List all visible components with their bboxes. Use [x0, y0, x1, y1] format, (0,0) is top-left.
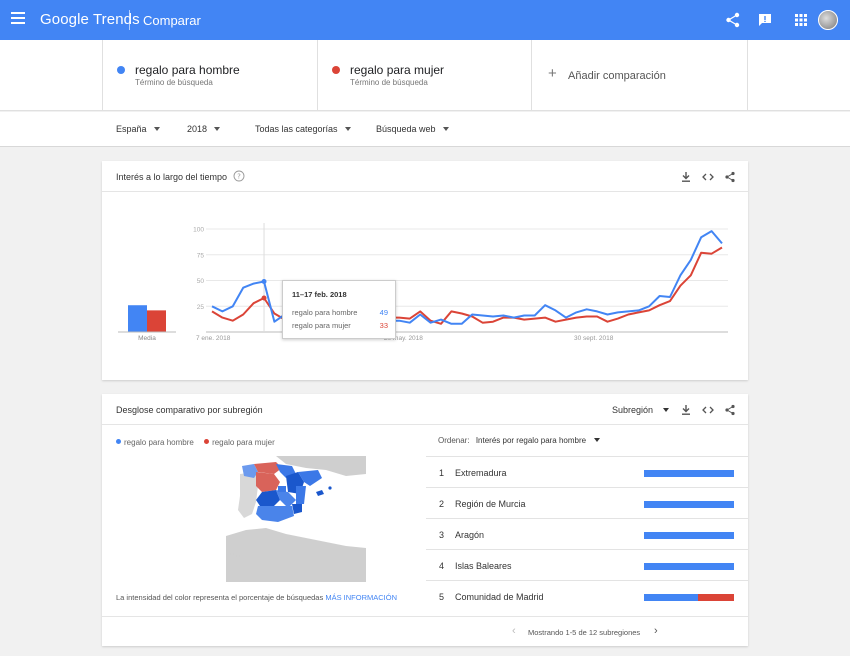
bar-hombre: [644, 501, 734, 508]
hover-point-mujer: [261, 295, 267, 301]
ranking-row[interactable]: 4 Islas Baleares: [426, 549, 748, 580]
caret-down-icon: [442, 127, 449, 131]
feedback-icon[interactable]: [756, 11, 774, 29]
y-tick-label: 100: [193, 227, 204, 234]
y-tick-label: 50: [197, 278, 205, 285]
ranking-number: 3: [439, 530, 445, 540]
chart-tooltip: 11–17 feb. 2018 regalo para hombre 49 re…: [282, 280, 396, 339]
average-bar-1: [147, 310, 166, 332]
card-header: Desglose comparativo por subregión Subre…: [102, 394, 748, 425]
bar-mujer: [698, 594, 734, 601]
term-2-type: Término de búsqueda: [350, 78, 428, 87]
term-1-color-dot: [117, 66, 125, 74]
prev-page-button[interactable]: ‹: [512, 625, 516, 637]
caret-down-icon: [344, 127, 351, 131]
region-madrid: [278, 486, 286, 492]
filters-bar: España 2018 Todas las categorías Búsqued…: [0, 112, 850, 147]
add-comparison-button[interactable]: + Añadir comparación: [532, 40, 748, 111]
caret-down-icon: [594, 438, 601, 442]
ranking-row[interactable]: 2 Región de Murcia: [426, 487, 748, 518]
y-tick-label: 75: [197, 252, 205, 259]
ranking-number: 1: [439, 468, 445, 478]
subregion-select[interactable]: Subregión: [612, 405, 670, 415]
page-title: Comparar: [143, 13, 201, 28]
y-tick-label: 25: [197, 304, 205, 311]
term-1-type: Término de búsqueda: [135, 78, 213, 87]
tooltip-row-hombre: regalo para hombre 49: [292, 308, 388, 317]
add-comparison-label: Añadir comparación: [568, 70, 666, 82]
app-bar: Google Trends Comparar: [0, 0, 850, 40]
filter-search-type[interactable]: Búsqueda web: [376, 124, 449, 134]
next-page-button[interactable]: ›: [654, 625, 658, 637]
filter-category[interactable]: Todas las categorías: [255, 124, 351, 134]
search-term-1[interactable]: regalo para hombre Término de búsqueda: [102, 40, 318, 111]
ranking-number: 4: [439, 561, 445, 571]
region-name[interactable]: Comunidad de Madrid: [455, 592, 544, 602]
embed-code-icon[interactable]: [702, 171, 714, 183]
plus-icon: +: [548, 65, 557, 82]
region-name[interactable]: Aragón: [455, 530, 484, 540]
embed-code-icon[interactable]: [702, 404, 714, 416]
bar-hombre: [644, 470, 734, 477]
google-trends-logo[interactable]: Google Trends: [40, 11, 140, 28]
svg-text:?: ?: [237, 173, 241, 181]
spain-region-map[interactable]: [226, 456, 366, 582]
interest-card-title: Interés a lo largo del tiempo: [116, 172, 228, 182]
ranking-row[interactable]: 5 Comunidad de Madrid: [426, 580, 748, 611]
share-icon[interactable]: [724, 11, 742, 29]
share-icon[interactable]: [724, 404, 736, 416]
pagination: ‹ Mostrando 1-5 de 12 subregiones ›: [102, 616, 748, 646]
term-2-name: regalo para mujer: [350, 63, 445, 77]
filter-period[interactable]: 2018: [187, 124, 221, 134]
term-1-name: regalo para hombre: [135, 63, 240, 77]
ranking-number: 5: [439, 592, 445, 602]
interest-over-time-card: Interés a lo largo del tiempo ? 100 75 50 2…: [102, 161, 748, 380]
average-bar-0: [128, 305, 147, 332]
legend-dot-hombre: [116, 439, 121, 444]
order-select[interactable]: Interés por regalo para hombre: [476, 436, 601, 445]
x-tick-label: 7 ene. 2018: [196, 335, 231, 342]
search-term-2[interactable]: regalo para mujer Término de búsqueda: [318, 40, 532, 111]
bar-hombre: [644, 594, 698, 601]
share-icon[interactable]: [724, 171, 736, 183]
filter-region[interactable]: España: [116, 124, 160, 134]
region-name[interactable]: Extremadura: [455, 468, 507, 478]
order-control: Ordenar: Interés por regalo para hombre: [438, 436, 601, 445]
pagination-text: Mostrando 1-5 de 12 subregiones: [528, 628, 641, 637]
bar-hombre: [644, 532, 734, 539]
ranking-number: 2: [439, 499, 445, 509]
tooltip-row-mujer: regalo para mujer 33: [292, 321, 388, 330]
average-label: Media: [138, 335, 156, 342]
region-name[interactable]: Islas Baleares: [455, 561, 512, 571]
card-header: Interés a lo largo del tiempo ?: [102, 161, 748, 192]
bar-hombre: [644, 563, 734, 570]
help-icon[interactable]: ?: [233, 170, 245, 182]
menu-icon[interactable]: [11, 12, 25, 26]
legend-dot-mujer: [204, 439, 210, 444]
hover-point-hombre: [261, 279, 267, 285]
term-2-color-dot: [332, 66, 340, 74]
caret-down-icon: [214, 127, 221, 131]
x-tick-label: 30 sept. 2018: [574, 335, 614, 342]
region-name[interactable]: Región de Murcia: [455, 499, 526, 509]
caret-down-icon: [663, 408, 670, 412]
map-note: La intensidad del color representa el po…: [116, 593, 397, 602]
more-info-link[interactable]: MÁS INFORMACIÓN: [325, 593, 397, 602]
download-icon[interactable]: [680, 404, 692, 416]
ranking-row[interactable]: 3 Aragón: [426, 518, 748, 549]
compare-terms-bar: regalo para hombre Término de búsqueda r…: [0, 40, 850, 111]
account-avatar[interactable]: [818, 10, 838, 30]
caret-down-icon: [153, 127, 160, 131]
tooltip-date: 11–17 feb. 2018: [292, 290, 347, 299]
appbar-divider: [129, 10, 130, 30]
apps-grid-icon[interactable]: [792, 11, 810, 29]
download-icon[interactable]: [680, 171, 692, 183]
interest-line-chart[interactable]: 100755025Media 7 ene. 2018 20 may. 2018 30 …: [102, 192, 748, 380]
subregion-card-title: Desglose comparativo por subregión: [116, 405, 263, 415]
subregion-card: Desglose comparativo por subregión Subre…: [102, 394, 748, 646]
ranking-row[interactable]: 1 Extremadura: [426, 456, 748, 487]
map-legend: regalo para hombre regalo para mujer: [116, 438, 275, 447]
